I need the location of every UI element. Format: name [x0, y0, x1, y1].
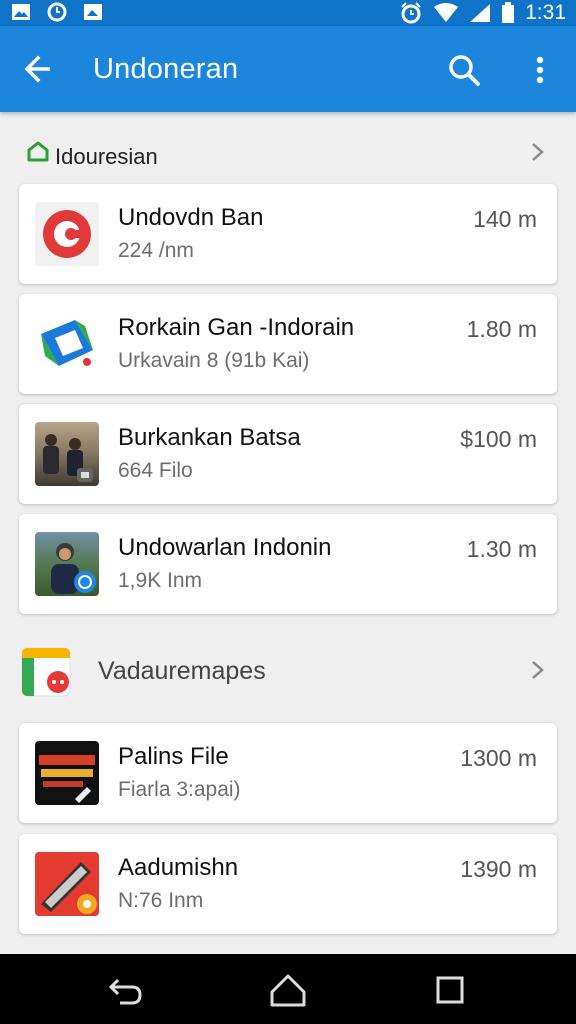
signal-icon	[470, 4, 491, 22]
section-label: Vadauremapes	[98, 657, 266, 685]
photo-icon	[82, 2, 104, 22]
item-subtitle: N:76 Inm	[118, 889, 204, 912]
section-label: Idouresian	[55, 144, 158, 169]
alarm-icon	[46, 2, 68, 22]
item-subtitle: 664 Filo	[118, 459, 193, 482]
list-item[interactable]: Undovdn Ban 224 /nm 140 m	[19, 184, 557, 284]
battery-icon	[502, 2, 515, 23]
alarm-clock-icon	[401, 2, 421, 24]
search-icon	[449, 55, 480, 86]
item-subtitle: 1,9K Inm	[118, 569, 203, 592]
arrow-back-icon	[24, 55, 50, 83]
nav-recents-button[interactable]	[430, 972, 470, 1008]
item-title: Rorkain Gan -Indorain	[118, 314, 355, 341]
item-distance: $100 m	[460, 426, 537, 452]
section-header-1[interactable]: Idouresian	[0, 120, 576, 180]
list-item[interactable]: Burkankan Batsa 664 Filo $100 m	[19, 404, 557, 504]
recents-nav-icon	[436, 976, 464, 1004]
maps-icon	[21, 647, 71, 697]
item-title: Burkankan Batsa	[118, 424, 301, 451]
app-icon-thumbnail	[35, 312, 99, 376]
item-title: Undovdn Ban	[118, 204, 264, 231]
list-item[interactable]: Undowarlan Indonin 1,9K Inm 1.30 m	[19, 514, 557, 614]
nav-home-button[interactable]	[268, 972, 308, 1008]
item-distance: 140 m	[473, 206, 537, 232]
photo-thumbnail	[35, 422, 99, 486]
item-distance: 1.30 m	[466, 536, 537, 562]
item-subtitle: 224 /nm	[118, 239, 194, 262]
home-nav-icon	[270, 974, 306, 1007]
item-subtitle: Urkavain 8 (91b Kai)	[118, 349, 310, 372]
wifi-icon	[434, 3, 459, 22]
search-button[interactable]	[444, 50, 484, 90]
list-item[interactable]: Rorkain Gan -Indorain Urkavain 8 (91b Ka…	[19, 294, 557, 394]
back-nav-icon	[108, 978, 142, 1005]
section-header-2[interactable]: Vadauremapes	[0, 630, 576, 710]
item-distance: 1390 m	[460, 856, 537, 882]
app-icon-thumbnail	[35, 852, 99, 916]
navigation-bar	[0, 954, 576, 1024]
item-title: Palins File	[118, 743, 229, 770]
more-options-button[interactable]	[526, 50, 554, 90]
list-item[interactable]: Palins File Fiarla 3:apai) 1300 m	[19, 723, 557, 823]
app-icon-thumbnail	[35, 741, 99, 805]
item-subtitle: Fiarla 3:apai)	[118, 778, 241, 801]
status-bar: 1:31	[0, 0, 576, 26]
more-vert-icon	[536, 56, 544, 84]
chevron-right-icon	[532, 661, 544, 679]
list-item[interactable]: Aadumishn N:76 Inm 1390 m	[19, 834, 557, 934]
app-icon-thumbnail	[35, 202, 99, 266]
content-list: Idouresian Undovdn Ban 224 /nm 140 m Ror…	[0, 112, 576, 954]
page-title: Undoneran	[93, 53, 239, 85]
photo-thumbnail	[35, 532, 99, 596]
app-bar: Undoneran	[0, 26, 576, 112]
chevron-right-icon	[532, 143, 544, 161]
nav-back-button[interactable]	[106, 972, 146, 1008]
item-distance: 1300 m	[460, 745, 537, 771]
item-title: Aadumishn	[118, 854, 239, 881]
item-title: Undowarlan Indonin	[118, 534, 332, 561]
image-icon	[10, 2, 32, 22]
home-icon	[27, 141, 49, 162]
status-time: 1:31	[525, 1, 566, 24]
item-distance: 1.80 m	[466, 316, 537, 342]
back-button[interactable]	[18, 51, 58, 87]
